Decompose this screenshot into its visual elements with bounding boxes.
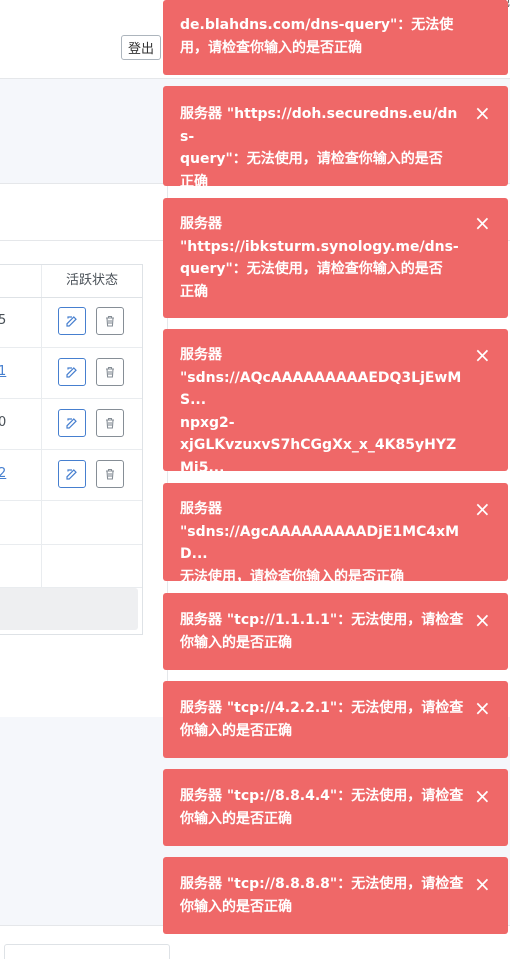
close-icon[interactable]: × (474, 698, 491, 718)
error-toast[interactable]: 服务器 "tcp://1.1.1.1"：无法使用，请检查 你输入的是否正确 × (163, 593, 508, 670)
toast-message: 服务器 "sdns://AQcAAAAAAAAAEDQ3LjEwMS... np… (180, 347, 462, 498)
trash-icon (106, 417, 114, 429)
table-cell-value: 5 (0, 313, 7, 328)
table-row-empty (0, 501, 142, 545)
table-header: 活跃状态 (0, 265, 142, 298)
toast-message: 服务器 "tcp://8.8.4.4"：无法使用，请检查 你输入的是否正确 (180, 788, 464, 827)
table-row: 5 (0, 297, 142, 348)
toast-message: 服务器 "tcp://1.1.1.1"：无法使用，请检查 你输入的是否正确 (180, 612, 464, 651)
close-icon[interactable]: × (474, 786, 491, 806)
trash-icon (106, 468, 114, 480)
trash-icon (106, 315, 114, 327)
table-row: 2 (0, 450, 142, 501)
next-card-field[interactable] (4, 944, 170, 959)
table-footer-input[interactable] (0, 588, 138, 630)
toast-message: 服务器 "https://ibksturm.synology.me/dns- q… (180, 216, 459, 300)
close-icon[interactable]: × (474, 103, 491, 123)
table-cell-link[interactable]: 1 (0, 364, 6, 379)
edit-button[interactable] (58, 460, 86, 488)
toast-message: 服务器 "https://doh.securedns.eu/dns- query… (180, 106, 458, 190)
toast-message: de.blahdns.com/dns-query"：无法使 用，请检查你输入的是… (180, 17, 454, 56)
delete-button[interactable] (96, 409, 124, 437)
error-toast[interactable]: de.blahdns.com/dns-query"：无法使 用，请检查你输入的是… (163, 0, 508, 75)
trash-icon (106, 366, 114, 378)
error-toast[interactable]: 服务器 "https://ibksturm.synology.me/dns- q… (163, 198, 508, 318)
error-toast[interactable]: 服务器 "tcp://4.2.2.1"：无法使用，请检查 你输入的是否正确 × (163, 681, 508, 758)
edit-button[interactable] (58, 307, 86, 335)
edit-icon (66, 367, 77, 378)
edit-button[interactable] (58, 409, 86, 437)
error-toast[interactable]: 服务器 "tcp://8.8.4.4"：无法使用，请检查 你输入的是否正确 × (163, 769, 508, 846)
delete-button[interactable] (96, 460, 124, 488)
logout-button[interactable]: 登出 (121, 35, 161, 60)
delete-button[interactable] (96, 307, 124, 335)
table-cell-link[interactable]: 2 (0, 466, 6, 481)
close-icon[interactable]: × (474, 499, 491, 519)
error-toast[interactable]: 服务器 "sdns://AgcAAAAAAAAADjE1MC4xMD... 无法… (163, 483, 508, 585)
table-row: 1 (0, 348, 142, 399)
error-toast[interactable]: 服务器 "tcp://8.8.8.8"：无法使用，请检查 你输入的是否正确 × (163, 857, 508, 934)
table-cell-value: 0 (0, 415, 7, 430)
toast-message: 服务器 "tcp://4.2.2.1"：无法使用，请检查 你输入的是否正确 (180, 700, 464, 739)
error-toast[interactable]: 服务器 "sdns://AQcAAAAAAAAAEDQ3LjEwMS... np… (163, 329, 508, 498)
close-icon[interactable]: × (474, 345, 491, 365)
edit-icon (66, 469, 77, 480)
close-icon[interactable]: × (474, 874, 491, 894)
toast-message: 服务器 "sdns://AgcAAAAAAAAADjE1MC4xMD... 无法… (180, 501, 460, 585)
table-row-empty (0, 544, 142, 588)
table-row: 0 (0, 399, 142, 450)
upstream-table: 活跃状态 5 1 0 2 (0, 264, 143, 635)
edit-button[interactable] (58, 358, 86, 386)
edit-icon (66, 418, 77, 429)
close-icon[interactable]: × (474, 610, 491, 630)
close-icon[interactable]: × (474, 213, 491, 233)
column-header-active: 活跃状态 (65, 273, 118, 288)
delete-button[interactable] (96, 358, 124, 386)
edit-icon (66, 316, 77, 327)
error-toast[interactable]: 服务器 "https://doh.securedns.eu/dns- query… (163, 86, 508, 190)
toast-message: 服务器 "tcp://8.8.8.8"：无法使用，请检查 你输入的是否正确 (180, 876, 464, 915)
